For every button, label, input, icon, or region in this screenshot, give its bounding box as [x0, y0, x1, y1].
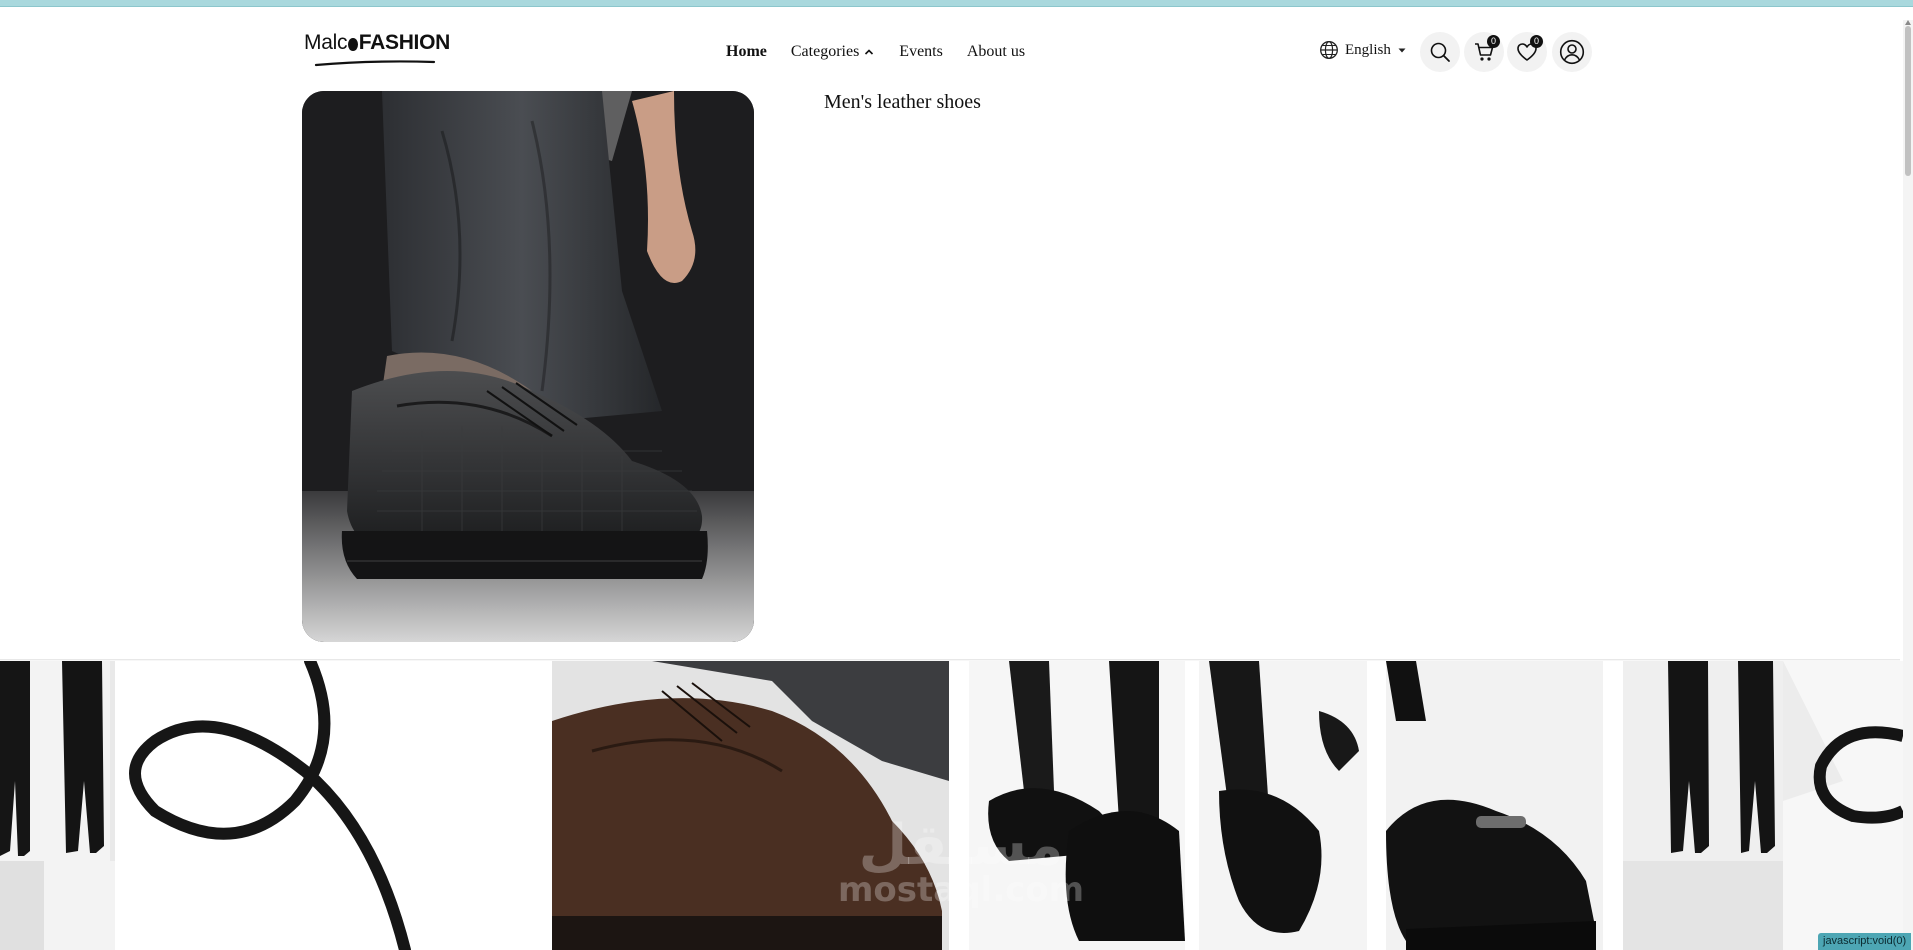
gallery-image[interactable] [0, 661, 115, 950]
gallery-image[interactable] [1783, 661, 1913, 950]
search-icon [1430, 42, 1450, 62]
watermark: مستقل mostaql.com [838, 813, 1085, 910]
cart-button[interactable]: 0 [1464, 32, 1504, 72]
watermark-arabic: مستقل [858, 813, 1064, 878]
product-title: Men's leather shoes [824, 91, 981, 113]
black-loafer-photo [1199, 661, 1367, 950]
language-selector[interactable]: English [1319, 40, 1407, 60]
nav-events[interactable]: Events [899, 43, 943, 61]
status-bar-link: javascript:void(0) [1818, 933, 1912, 950]
gallery-image[interactable] [1623, 661, 1783, 950]
scrollbar-thumb[interactable] [1905, 26, 1911, 176]
lace-swirl-graphic [1783, 661, 1913, 950]
search-button[interactable] [1420, 32, 1460, 72]
product-image[interactable] [302, 91, 754, 642]
brand-logo-text: Malc FASHION [304, 31, 450, 54]
nav-home[interactable]: Home [726, 43, 767, 61]
leather-shoe-photo [302, 91, 754, 642]
browser-top-strip [0, 0, 1913, 7]
suit-models-photo [1623, 661, 1783, 950]
nav-about[interactable]: About us [967, 43, 1025, 61]
user-icon [1559, 39, 1585, 65]
lace-swirl-graphic [115, 661, 552, 950]
brand-logo[interactable]: Malc FASHION [304, 31, 450, 71]
globe-icon [1320, 41, 1338, 59]
suit-models-photo [0, 661, 115, 950]
wishlist-button[interactable]: 0 [1507, 32, 1547, 72]
logo-dot-icon [348, 37, 358, 51]
language-label: English [1345, 41, 1391, 58]
caret-down-icon [1398, 48, 1406, 53]
main-nav: Home Categories Events About us [726, 43, 1025, 61]
nav-categories[interactable]: Categories [791, 43, 875, 61]
chevron-up-icon [865, 49, 874, 55]
wishlist-count-badge: 0 [1530, 35, 1543, 48]
gallery-image[interactable] [1199, 661, 1367, 950]
logo-underline-icon [314, 60, 436, 67]
cart-count-badge: 0 [1487, 35, 1500, 48]
account-button[interactable] [1552, 32, 1592, 72]
watermark-latin: mostaql.com [838, 870, 1085, 910]
nav-categories-label: Categories [790, 43, 860, 60]
gallery-image[interactable] [115, 661, 552, 950]
scroll-up-icon[interactable] [1905, 20, 1911, 25]
page-scrollbar[interactable] [1903, 20, 1913, 950]
buckle-loafer-photo [1386, 661, 1603, 950]
site-header: Malc FASHION Home Categories Events Abou… [0, 7, 1900, 87]
gallery-image[interactable] [1386, 661, 1603, 950]
